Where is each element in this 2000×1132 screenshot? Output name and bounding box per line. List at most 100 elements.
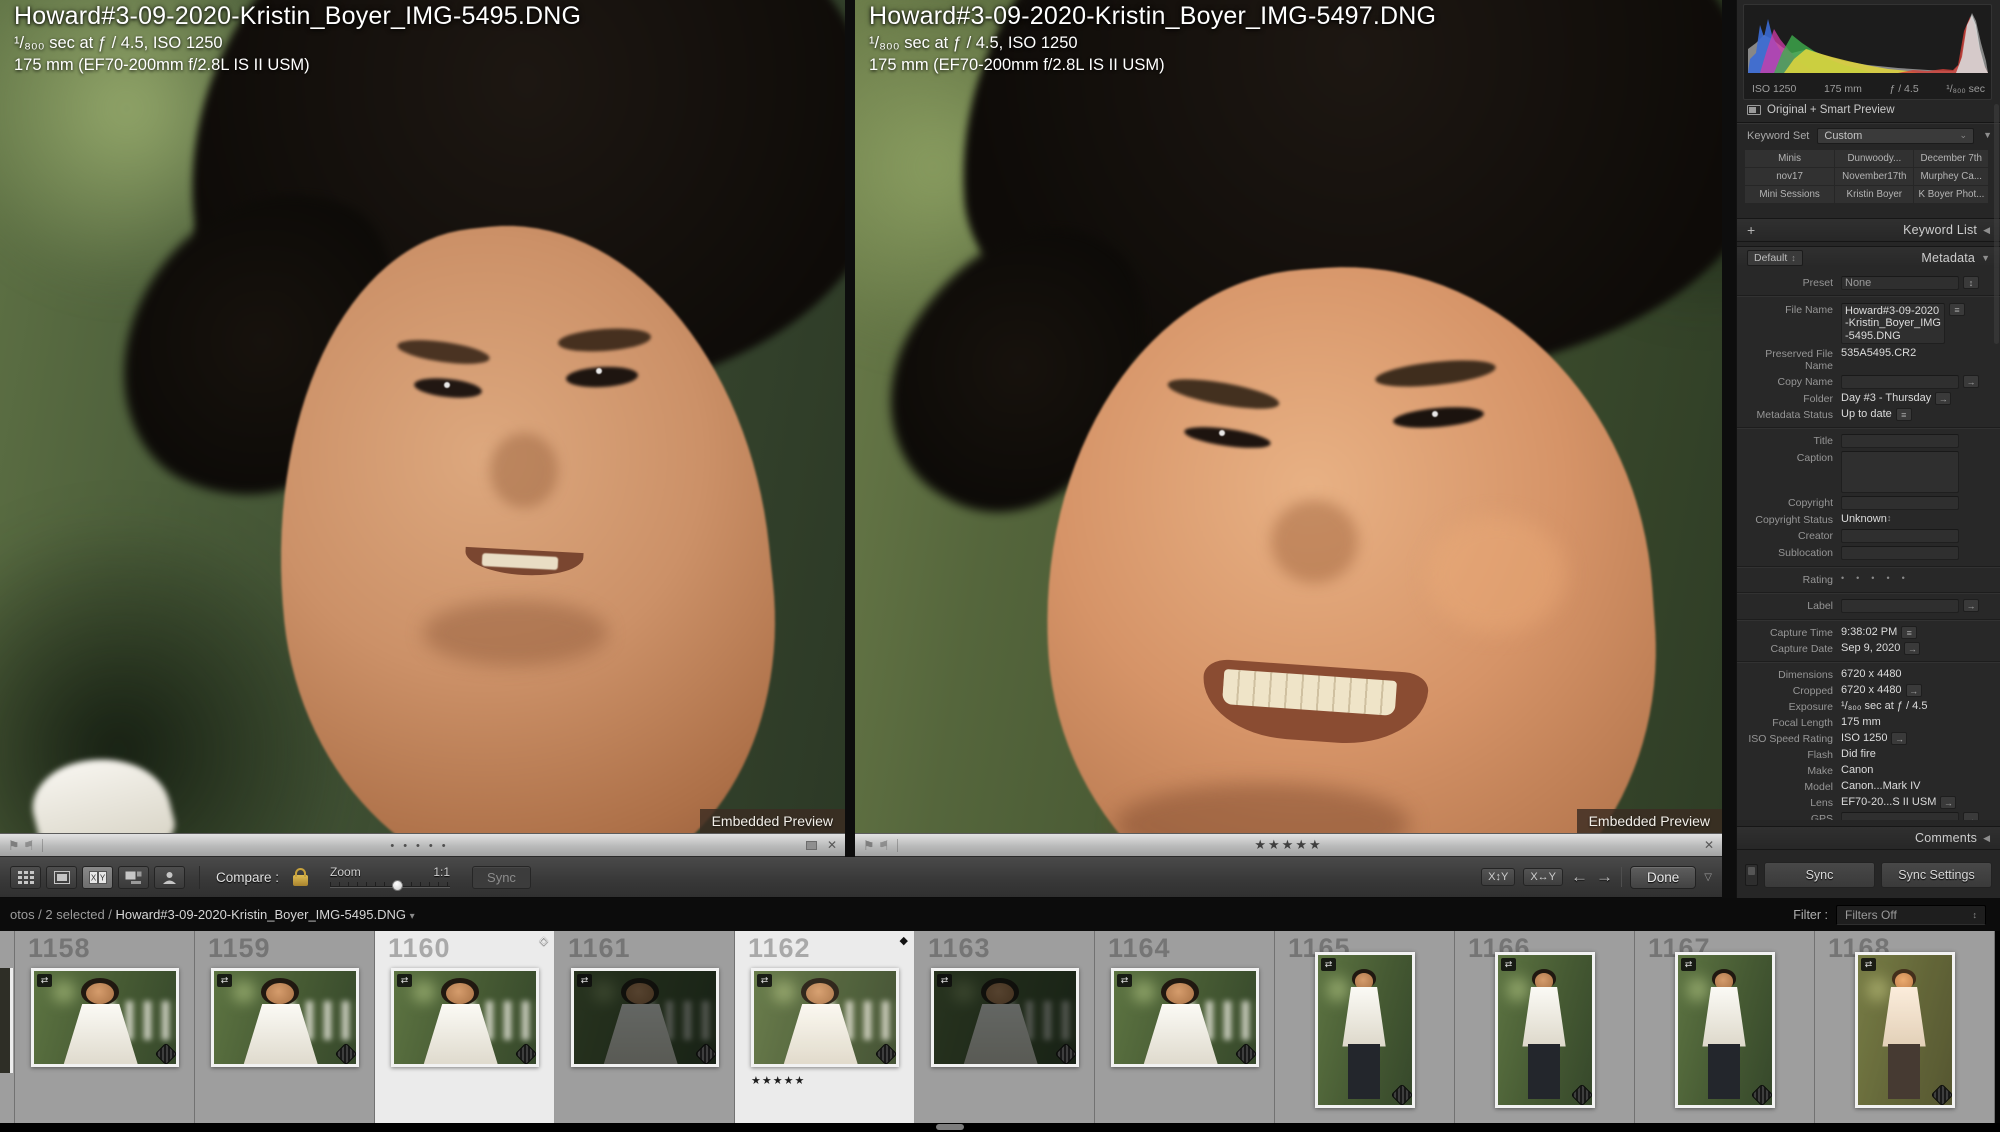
compare-view-button[interactable]: XY: [82, 866, 113, 889]
breadcrumb[interactable]: otos / 2 selected / Howard#3-09-2020-Kri…: [10, 907, 415, 922]
pick-flag-icon[interactable]: ⚑: [8, 839, 20, 852]
star-rating[interactable]: ★★★★★: [1254, 837, 1322, 852]
zoom-slider-thumb[interactable]: [392, 880, 403, 891]
people-view-button[interactable]: [154, 866, 185, 889]
collection-badge-icon[interactable]: ⇄: [1861, 958, 1876, 971]
filmstrip-cell[interactable]: 1160 ◇ ⇄: [375, 931, 555, 1123]
keyword-cell[interactable]: Minis: [1745, 150, 1834, 167]
collection-badge-icon[interactable]: ⇄: [1117, 974, 1132, 987]
make-select-button[interactable]: X↔Y: [1523, 868, 1563, 886]
filmstrip-cell[interactable]: 1163 ⇄: [915, 931, 1095, 1123]
field-action-icon[interactable]: →: [1906, 684, 1922, 697]
photo-thumbnail[interactable]: ⇄: [31, 968, 179, 1067]
collection-badge-icon[interactable]: ⇄: [937, 974, 952, 987]
histogram-panel[interactable]: ISO 1250 175 mm ƒ / 4.5 ¹/₈₀₀ sec: [1743, 4, 1992, 100]
field-action-icon[interactable]: →: [1904, 642, 1920, 655]
collection-badge-icon[interactable]: ⇄: [1501, 958, 1516, 971]
filmstrip-cell[interactable]: [0, 931, 15, 1123]
field-action-icon[interactable]: →: [1963, 375, 1979, 388]
field-action-icon[interactable]: →: [1935, 392, 1951, 405]
candidate-photo[interactable]: Howard#3-09-2020-Kristin_Boyer_IMG-5497.…: [855, 0, 1722, 833]
panel-scrollbar[interactable]: [1994, 104, 1999, 344]
field-action-icon[interactable]: →: [1891, 732, 1907, 745]
comments-header[interactable]: Comments ◀: [1737, 826, 2000, 850]
filmstrip-cell[interactable]: 1159 ⇄: [195, 931, 375, 1123]
collection-badge-icon[interactable]: ⇄: [217, 974, 232, 987]
add-keyword-icon[interactable]: +: [1747, 222, 1755, 238]
keyword-cell[interactable]: December 7th: [1914, 150, 1988, 167]
keyword-cell[interactable]: K Boyer Phot...: [1914, 186, 1988, 203]
photo-thumbnail[interactable]: ⇄: [1111, 968, 1259, 1067]
filmstrip-scrollbar-track[interactable]: [0, 1123, 2000, 1132]
select-photo[interactable]: Howard#3-09-2020-Kristin_Boyer_IMG-5495.…: [0, 0, 845, 833]
photo-thumbnail[interactable]: ⇄: [751, 968, 899, 1067]
lock-icon[interactable]: [293, 875, 308, 886]
keyword-cell[interactable]: November17th: [1835, 168, 1913, 185]
star-rating[interactable]: ★★★★★: [751, 1074, 805, 1087]
expand-down-icon[interactable]: ▼: [1981, 253, 1990, 263]
field-action-icon[interactable]: ≡: [1901, 626, 1917, 639]
rating-dots[interactable]: •••••: [390, 840, 454, 852]
field-action-icon[interactable]: →: [1940, 796, 1956, 809]
filmstrip-cell[interactable]: 1166 ⇄: [1455, 931, 1635, 1123]
keyword-set-caret-icon[interactable]: ▼: [1983, 130, 1992, 140]
toolbar-options-caret[interactable]: ▽: [1704, 872, 1712, 883]
file-name-action-icon[interactable]: ≡: [1949, 303, 1965, 316]
loupe-view-button[interactable]: [46, 866, 77, 889]
filmstrip-cell[interactable]: 1158 ⇄: [15, 931, 195, 1123]
filmstrip-cell[interactable]: 1167 ⇄: [1635, 931, 1815, 1123]
survey-view-button[interactable]: [118, 866, 149, 889]
field-action-icon[interactable]: →: [1963, 599, 1979, 612]
preset-dropdown[interactable]: None: [1841, 276, 1959, 290]
photo-thumbnail[interactable]: ⇄: [1675, 952, 1775, 1108]
next-photo-button[interactable]: →: [1596, 867, 1613, 887]
minimize-icon[interactable]: [806, 841, 817, 850]
keyword-cell[interactable]: Kristin Boyer: [1835, 186, 1913, 203]
smart-preview-status[interactable]: Original + Smart Preview: [1747, 104, 1895, 116]
photo-thumbnail[interactable]: ⇄: [1855, 952, 1955, 1108]
sync-settings-button[interactable]: Sync Settings: [1881, 862, 1992, 888]
filmstrip-cell[interactable]: 1168 ⇄: [1815, 931, 1995, 1123]
collection-badge-icon[interactable]: ⇄: [1681, 958, 1696, 971]
selection-diamond-marker[interactable]: ◇: [540, 934, 548, 947]
pick-flag-icon[interactable]: ⚑: [863, 839, 875, 852]
keyword-cell[interactable]: Dunwoody...: [1835, 150, 1913, 167]
collection-badge-icon[interactable]: ⇄: [37, 974, 52, 987]
keyword-list-header[interactable]: + Keyword List ◀: [1737, 218, 2000, 242]
field-action-icon[interactable]: ≡: [1896, 408, 1912, 421]
collapse-left-icon[interactable]: ◀: [1983, 225, 1990, 236]
collection-badge-icon[interactable]: ⇄: [577, 974, 592, 987]
up-down-icon[interactable]: ↕: [1887, 513, 1892, 523]
filmstrip-cell[interactable]: 1161 ⇄: [555, 931, 735, 1123]
photo-thumbnail[interactable]: ⇄: [1315, 952, 1415, 1108]
keyword-cell[interactable]: nov17: [1745, 168, 1834, 185]
metadata-header[interactable]: Default ↕ Metadata ▼: [1737, 246, 2000, 270]
filmstrip-cell[interactable]: 1164 ⇄: [1095, 931, 1275, 1123]
collection-badge-icon[interactable]: ⇄: [757, 974, 772, 987]
zoom-slider[interactable]: [330, 882, 450, 890]
collection-badge-icon[interactable]: ⇄: [1321, 958, 1336, 971]
sync-button[interactable]: Sync: [1764, 862, 1875, 888]
previous-photo-button[interactable]: ←: [1571, 867, 1588, 887]
filter-dropdown[interactable]: Filters Off ↕: [1836, 905, 1986, 925]
collection-badge-icon[interactable]: ⇄: [397, 974, 412, 987]
photo-thumbnail[interactable]: ⇄: [211, 968, 359, 1067]
swap-select-candidate-button[interactable]: X↕Y: [1481, 868, 1515, 886]
deselect-icon[interactable]: ✕: [827, 839, 837, 851]
photo-thumbnail[interactable]: ⇄: [1495, 952, 1595, 1108]
photo-thumbnail[interactable]: ⇄: [571, 968, 719, 1067]
keyword-cell[interactable]: Mini Sessions: [1745, 186, 1834, 203]
filmstrip-cell[interactable]: 1165 ⇄: [1275, 931, 1455, 1123]
collapse-left-icon[interactable]: ◀: [1983, 833, 1990, 844]
toolbar-sync-button[interactable]: Sync: [472, 866, 531, 889]
keyword-set-dropdown[interactable]: Custom ⌄: [1817, 128, 1974, 144]
reject-flag-icon[interactable]: ⚑: [878, 839, 890, 852]
reject-flag-icon[interactable]: ⚑: [23, 839, 35, 852]
photo-thumbnail[interactable]: ⇄: [391, 968, 539, 1067]
zoom-ratio[interactable]: 1:1: [433, 865, 450, 879]
filmstrip-scrollbar-handle[interactable]: [936, 1124, 964, 1130]
file-name-field[interactable]: Howard#3-09-2020-Kristin_Boyer_IMG-5495.…: [1841, 303, 1945, 345]
photo-thumbnail[interactable]: ⇄: [931, 968, 1079, 1067]
deselect-icon[interactable]: ✕: [1704, 839, 1714, 851]
field-action-icon[interactable]: →: [1963, 812, 1979, 820]
